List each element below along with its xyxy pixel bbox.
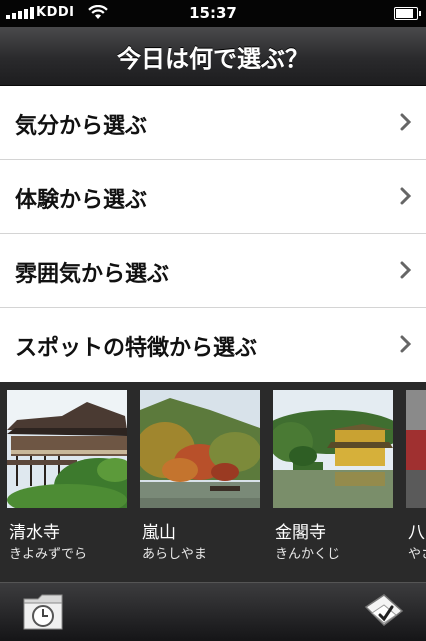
chevron-right-icon <box>400 113 412 131</box>
spot-card-arashiyama[interactable]: 嵐山 あらしやま <box>140 390 260 575</box>
spot-card-kiyomizudera[interactable]: 清水寺 きよみずでら <box>7 390 127 575</box>
menu-item-mood[interactable]: 気分から選ぶ <box>0 86 426 160</box>
spot-name: 金閣寺 <box>275 523 326 543</box>
menu-item-experience[interactable]: 体験から選ぶ <box>0 160 426 234</box>
spot-photo <box>406 390 426 508</box>
spot-card-partial[interactable]: 八 やさ <box>406 390 426 575</box>
status-bar: KDDI 15:37 <box>0 0 426 27</box>
navigation-bar: 今日は何で選ぶ？ <box>0 27 426 86</box>
spot-photo <box>140 390 260 508</box>
spot-name: 八 <box>408 523 425 543</box>
chevron-right-icon <box>400 261 412 279</box>
spot-reading: きんかくじ <box>275 547 341 562</box>
status-time: 15:37 <box>189 4 237 22</box>
spot-reading: あらしやま <box>142 547 207 562</box>
menu-item-atmosphere[interactable]: 雰囲気から選ぶ <box>0 234 426 308</box>
menu-item-label: 体験から選ぶ <box>15 188 148 213</box>
selection-menu: 気分から選ぶ 体験から選ぶ 雰囲気から選ぶ スポットの特徴から選ぶ <box>0 86 426 383</box>
chevron-right-icon <box>400 187 412 205</box>
spot-photo <box>273 390 393 508</box>
spot-name: 嵐山 <box>142 523 176 543</box>
chevron-right-icon <box>400 335 412 353</box>
spot-name: 清水寺 <box>9 523 60 543</box>
spot-photo <box>7 390 127 508</box>
spot-gallery[interactable]: 清水寺 きよみずでら 嵐山 あらしやま 金閣寺 きんかくじ 八 や <box>0 382 426 582</box>
menu-item-label: 気分から選ぶ <box>15 114 148 139</box>
bottom-toolbar <box>0 582 426 641</box>
spot-card-kinkakuji[interactable]: 金閣寺 きんかくじ <box>273 390 393 575</box>
menu-item-label: スポットの特徴から選ぶ <box>15 336 258 361</box>
checkbook-icon[interactable] <box>362 589 406 637</box>
battery-icon <box>394 7 421 20</box>
menu-item-spot-features[interactable]: スポットの特徴から選ぶ <box>0 308 426 383</box>
spot-reading: きよみずでら <box>9 547 88 562</box>
page-title: 今日は何で選ぶ？ <box>117 45 309 73</box>
menu-item-label: 雰囲気から選ぶ <box>15 262 170 287</box>
spot-reading: やさ <box>408 547 426 562</box>
history-clock-icon[interactable] <box>20 591 66 637</box>
